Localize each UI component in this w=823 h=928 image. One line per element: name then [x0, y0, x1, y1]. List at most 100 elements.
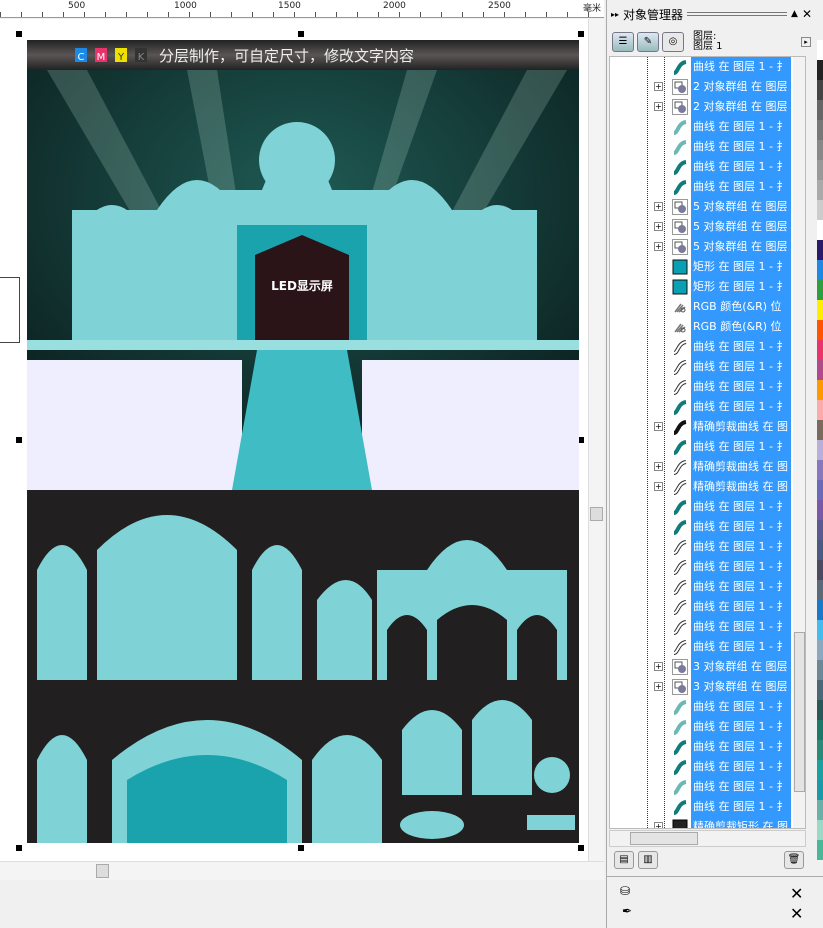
layer-manager-view-button[interactable]: ◎ [662, 32, 684, 52]
expand-toggle-icon[interactable]: + [654, 462, 663, 471]
palette-swatch[interactable] [817, 740, 823, 760]
palette-swatch[interactable] [817, 160, 823, 180]
object-row[interactable]: 曲线 在 图层 1 - 扌 [610, 337, 793, 357]
object-row[interactable]: 曲线 在 图层 1 - 扌 [610, 557, 793, 577]
object-row[interactable]: 矩形 在 图层 1 - 扌 [610, 277, 793, 297]
object-row[interactable]: 矩形 在 图层 1 - 扌 [610, 257, 793, 277]
object-row[interactable]: 曲线 在 图层 1 - 扌 [610, 357, 793, 377]
palette-swatch[interactable] [817, 400, 823, 420]
object-row[interactable]: 曲线 在 图层 1 - 扌 [610, 117, 793, 137]
object-row[interactable]: 曲线 在 图层 1 - 扌 [610, 797, 793, 817]
palette-swatch[interactable] [817, 480, 823, 500]
object-tree-hscrollbar[interactable] [609, 830, 806, 847]
palette-swatch[interactable] [817, 380, 823, 400]
object-row[interactable]: 曲线 在 图层 1 - 扌 [610, 637, 793, 657]
panel-collapse-icon[interactable]: ▸▸ [611, 10, 619, 19]
object-row[interactable]: 曲线 在 图层 1 - 扌 [610, 157, 793, 177]
object-row[interactable]: +5 对象群组 在 图层 [610, 217, 793, 237]
object-tree[interactable]: 曲线 在 图层 1 - 扌 +2 对象群组 在 图层 +2 对象群组 在 图层 曲线 … [609, 56, 806, 829]
object-row[interactable]: +2 对象群组 在 图层 [610, 77, 793, 97]
object-row[interactable]: +2 对象群组 在 图层 [610, 97, 793, 117]
selection-handle[interactable] [16, 437, 22, 443]
object-row[interactable]: 曲线 在 图层 1 - 扌 [610, 697, 793, 717]
color-palette[interactable] [817, 40, 823, 860]
panel-close-icon[interactable]: ✕ [802, 7, 816, 21]
show-object-properties-button[interactable]: ☰ [612, 32, 634, 52]
palette-swatch[interactable] [817, 620, 823, 640]
object-row[interactable]: +3 对象群组 在 图层 [610, 677, 793, 697]
palette-swatch[interactable] [817, 460, 823, 480]
new-layer-button[interactable]: ▤ [614, 851, 634, 869]
palette-swatch[interactable] [817, 680, 823, 700]
palette-swatch[interactable] [817, 120, 823, 140]
wedding-stage-artwork[interactable]: C M Y K 分层制作，可自定尺寸，修改文字内容 LED显示屏 [27, 40, 579, 843]
fill-indicator[interactable]: ⛁ ✕ [606, 884, 823, 904]
object-row[interactable]: 曲线 在 图层 1 - 扌 [610, 737, 793, 757]
palette-swatch[interactable] [817, 800, 823, 820]
object-row[interactable]: RGB 颜色(&R) 位 [610, 317, 793, 337]
expand-toggle-icon[interactable]: + [654, 422, 663, 431]
object-row[interactable]: + 精确剪裁矩形 在 图 [610, 817, 793, 828]
palette-swatch[interactable] [817, 440, 823, 460]
object-row[interactable]: + 精确剪裁曲线 在 图 [610, 457, 793, 477]
vertical-scrollbar[interactable] [588, 19, 604, 861]
palette-swatch[interactable] [817, 180, 823, 200]
drawing-canvas[interactable]: C M Y K 分层制作，可自定尺寸，修改文字内容 LED显示屏 [0, 19, 588, 861]
new-master-layer-button[interactable]: ▥ [638, 851, 658, 869]
palette-swatch[interactable] [817, 760, 823, 780]
palette-swatch[interactable] [817, 720, 823, 740]
horizontal-scrollbar[interactable] [0, 861, 604, 880]
expand-toggle-icon[interactable]: + [654, 822, 663, 828]
palette-swatch[interactable] [817, 280, 823, 300]
palette-swatch[interactable] [817, 780, 823, 800]
object-row[interactable]: 曲线 在 图层 1 - 扌 [610, 377, 793, 397]
object-row[interactable]: 曲线 在 图层 1 - 扌 [610, 177, 793, 197]
palette-swatch[interactable] [817, 140, 823, 160]
palette-swatch[interactable] [817, 640, 823, 660]
palette-swatch[interactable] [817, 80, 823, 100]
palette-swatch[interactable] [817, 200, 823, 220]
selection-handle[interactable] [578, 31, 584, 37]
palette-swatch[interactable] [817, 700, 823, 720]
palette-swatch[interactable] [817, 320, 823, 340]
palette-swatch[interactable] [817, 360, 823, 380]
selection-handle[interactable] [16, 845, 22, 851]
object-row[interactable]: 曲线 在 图层 1 - 扌 [610, 597, 793, 617]
object-tree-vscrollbar[interactable] [793, 57, 805, 828]
palette-swatch[interactable] [817, 300, 823, 320]
palette-swatch[interactable] [817, 100, 823, 120]
object-row[interactable]: 曲线 在 图层 1 - 扌 [610, 137, 793, 157]
selection-handle[interactable] [298, 31, 304, 37]
object-row[interactable]: 曲线 在 图层 1 - 扌 [610, 497, 793, 517]
expand-toggle-icon[interactable]: + [654, 482, 663, 491]
object-row[interactable]: 曲线 在 图层 1 - 扌 [610, 437, 793, 457]
palette-swatch[interactable] [817, 520, 823, 540]
object-row[interactable]: 曲线 在 图层 1 - 扌 [610, 397, 793, 417]
object-row[interactable]: 曲线 在 图层 1 - 扌 [610, 617, 793, 637]
expand-toggle-icon[interactable]: + [654, 222, 663, 231]
expand-toggle-icon[interactable]: + [654, 662, 663, 671]
object-row[interactable]: +5 对象群组 在 图层 [610, 197, 793, 217]
object-row[interactable]: 曲线 在 图层 1 - 扌 [610, 537, 793, 557]
object-row[interactable]: + 精确剪裁曲线 在 图 [610, 417, 793, 437]
palette-swatch[interactable] [817, 540, 823, 560]
object-row[interactable]: 曲线 在 图层 1 - 扌 [610, 57, 793, 77]
object-row[interactable]: RGB 颜色(&R) 位 [610, 297, 793, 317]
expand-toggle-icon[interactable]: + [654, 242, 663, 251]
palette-swatch[interactable] [817, 580, 823, 600]
object-row[interactable]: 曲线 在 图层 1 - 扌 [610, 717, 793, 737]
palette-swatch[interactable] [817, 260, 823, 280]
palette-swatch[interactable] [817, 60, 823, 80]
palette-swatch[interactable] [817, 420, 823, 440]
outline-indicator[interactable]: ✒ ✕ [606, 904, 823, 924]
expand-toggle-icon[interactable]: + [654, 82, 663, 91]
object-row[interactable]: + 精确剪裁曲线 在 图 [610, 477, 793, 497]
expand-toggle-icon[interactable]: + [654, 682, 663, 691]
palette-swatch[interactable] [817, 560, 823, 580]
palette-swatch[interactable] [817, 240, 823, 260]
palette-swatch[interactable] [817, 40, 823, 60]
object-row[interactable]: +5 对象群组 在 图层 [610, 237, 793, 257]
palette-swatch[interactable] [817, 660, 823, 680]
expand-toggle-icon[interactable]: + [654, 202, 663, 211]
palette-swatch[interactable] [817, 600, 823, 620]
